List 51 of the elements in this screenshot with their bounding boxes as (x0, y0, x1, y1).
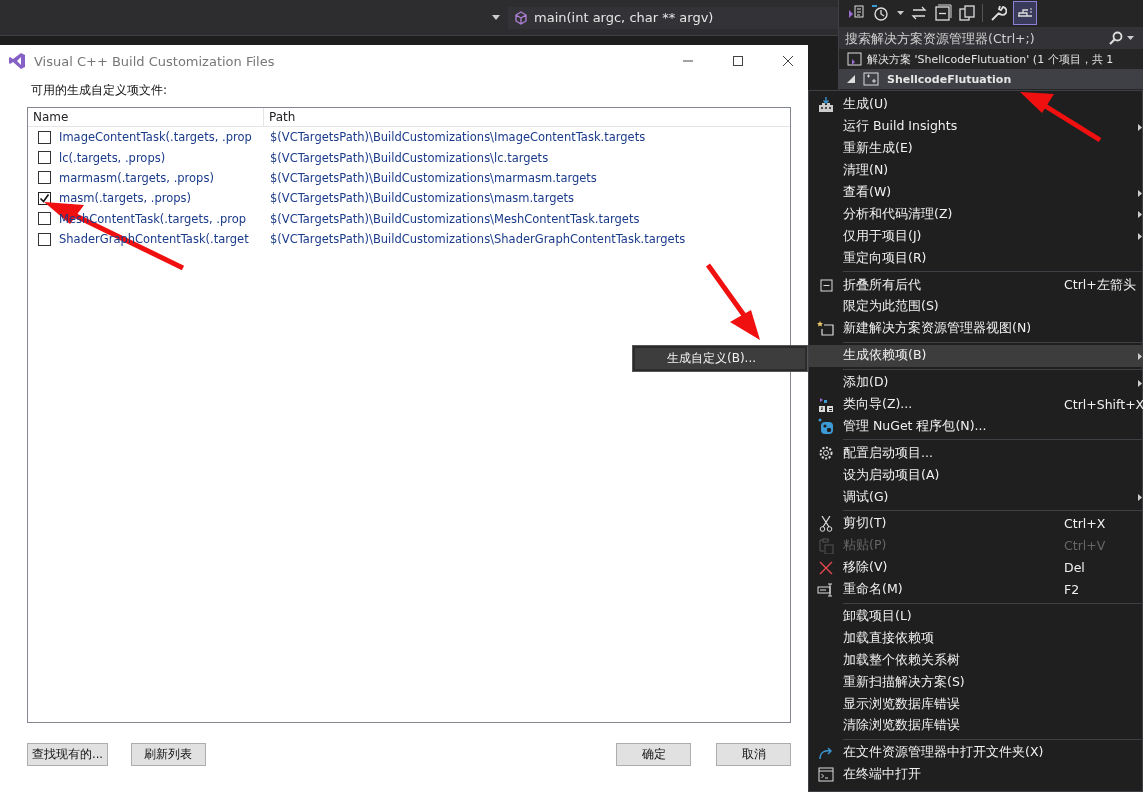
search-field[interactable]: 搜索解决方案资源管理器(Ctrl+;) (839, 27, 1143, 49)
dialog-button[interactable]: 取消 (716, 743, 791, 766)
menu-item[interactable]: 加载直接依赖项 (809, 627, 1142, 650)
dialog-button[interactable]: 查找现有的... (27, 743, 108, 766)
column-header[interactable]: Name (28, 108, 264, 126)
file-path: $(VCTargetsPath)\BuildCustomizations\ShaderGraphContentTask.targets (269, 232, 686, 247)
menu-item[interactable]: 分析和代码清理(Z) (809, 203, 1142, 226)
menu-item[interactable]: 限定为此范围(S) (809, 296, 1142, 318)
menu-item[interactable]: 剪切(T) Ctrl+X (809, 513, 1142, 535)
menu-item[interactable]: 移除(V) Del (809, 556, 1142, 579)
menu-item[interactable]: 显示浏览数据库错误 (809, 693, 1142, 716)
menu-item[interactable]: 调试(G) (809, 486, 1142, 509)
menu-item[interactable]: 重新生成(E) (809, 137, 1142, 160)
menu-item[interactable]: 添加(D) (809, 371, 1142, 394)
menu-item[interactable]: 卸载项目(L) (809, 605, 1142, 628)
menu-item[interactable]: 重定向项目(R) (809, 247, 1142, 270)
file-name: ImageContentTask(.targets, .prop (59, 130, 252, 145)
file-path: $(VCTargetsPath)\BuildCustomizations\lc.targets (269, 150, 549, 165)
menu-item[interactable]: 清理(N) (809, 159, 1142, 182)
file-name: marmasm(.targets, .props) (59, 170, 214, 185)
window-title: Visual C++ Build Customization Files (34, 53, 275, 69)
menu-item[interactable]: 类向导(Z)... Ctrl+Shift+X (809, 393, 1142, 416)
menu-item[interactable]: 仅用于项目(J) (809, 225, 1142, 248)
menu-item[interactable]: 运行 Build Insights (809, 115, 1142, 138)
menu-item[interactable]: 管理 NuGet 程序包(N)... (809, 415, 1142, 438)
file-path: $(VCTargetsPath)\BuildCustomizations\ImageContentTask.targets (269, 130, 646, 145)
menu-item[interactable]: 重命名(M) F2 (809, 578, 1142, 601)
file-path: $(VCTargetsPath)\BuildCustomizations\marmasm.targets (269, 170, 597, 185)
file-name: lc(.targets, .props) (59, 150, 166, 165)
menu-item[interactable]: 新建解决方案资源管理器视图(N) (809, 317, 1142, 340)
column-header[interactable]: Path (264, 108, 790, 126)
file-path: $(VCTargetsPath)\BuildCustomizations\MeshContentTask.targets (269, 211, 640, 226)
menu-item[interactable]: 生成自定义(B)... (635, 348, 805, 369)
list-caption: 可用的生成自定义项文件: (31, 82, 169, 99)
menu-item[interactable]: 生成(U) (809, 94, 1142, 116)
menu-item[interactable]: 配置启动项目... (809, 442, 1142, 465)
menu-item[interactable]: 查看(W) (809, 181, 1142, 204)
menu-item[interactable]: 在终端中打开 (809, 763, 1142, 786)
dialog-button[interactable]: 确定 (616, 743, 691, 766)
dialog-button[interactable]: 刷新列表 (130, 743, 206, 766)
menu-item[interactable]: 清除浏览数据库错误 (809, 715, 1142, 737)
file-path: $(VCTargetsPath)\BuildCustomizations\masm.targets (269, 191, 575, 206)
function-dropdown[interactable]: main(int argc, char ** argv) (508, 6, 838, 29)
menu-item[interactable]: 设为启动项目(A) (809, 464, 1142, 487)
menu-item[interactable]: 在文件资源管理器中打开文件夹(X) (809, 741, 1142, 764)
menu-item[interactable]: 生成依赖项(B) (809, 344, 1142, 367)
menu-item[interactable]: 加载整个依赖关系树 (809, 649, 1142, 672)
tree-item[interactable]: 解决方案 'ShellcodeFlutuation' (1 个项目，共 1 (867, 51, 1114, 67)
menu-item[interactable]: 折叠所有后代 Ctrl+左箭头 (809, 274, 1142, 296)
menu-item[interactable]: 重新扫描解决方案(S) (809, 671, 1142, 694)
file-name: masm(.targets, .props) (59, 191, 192, 206)
